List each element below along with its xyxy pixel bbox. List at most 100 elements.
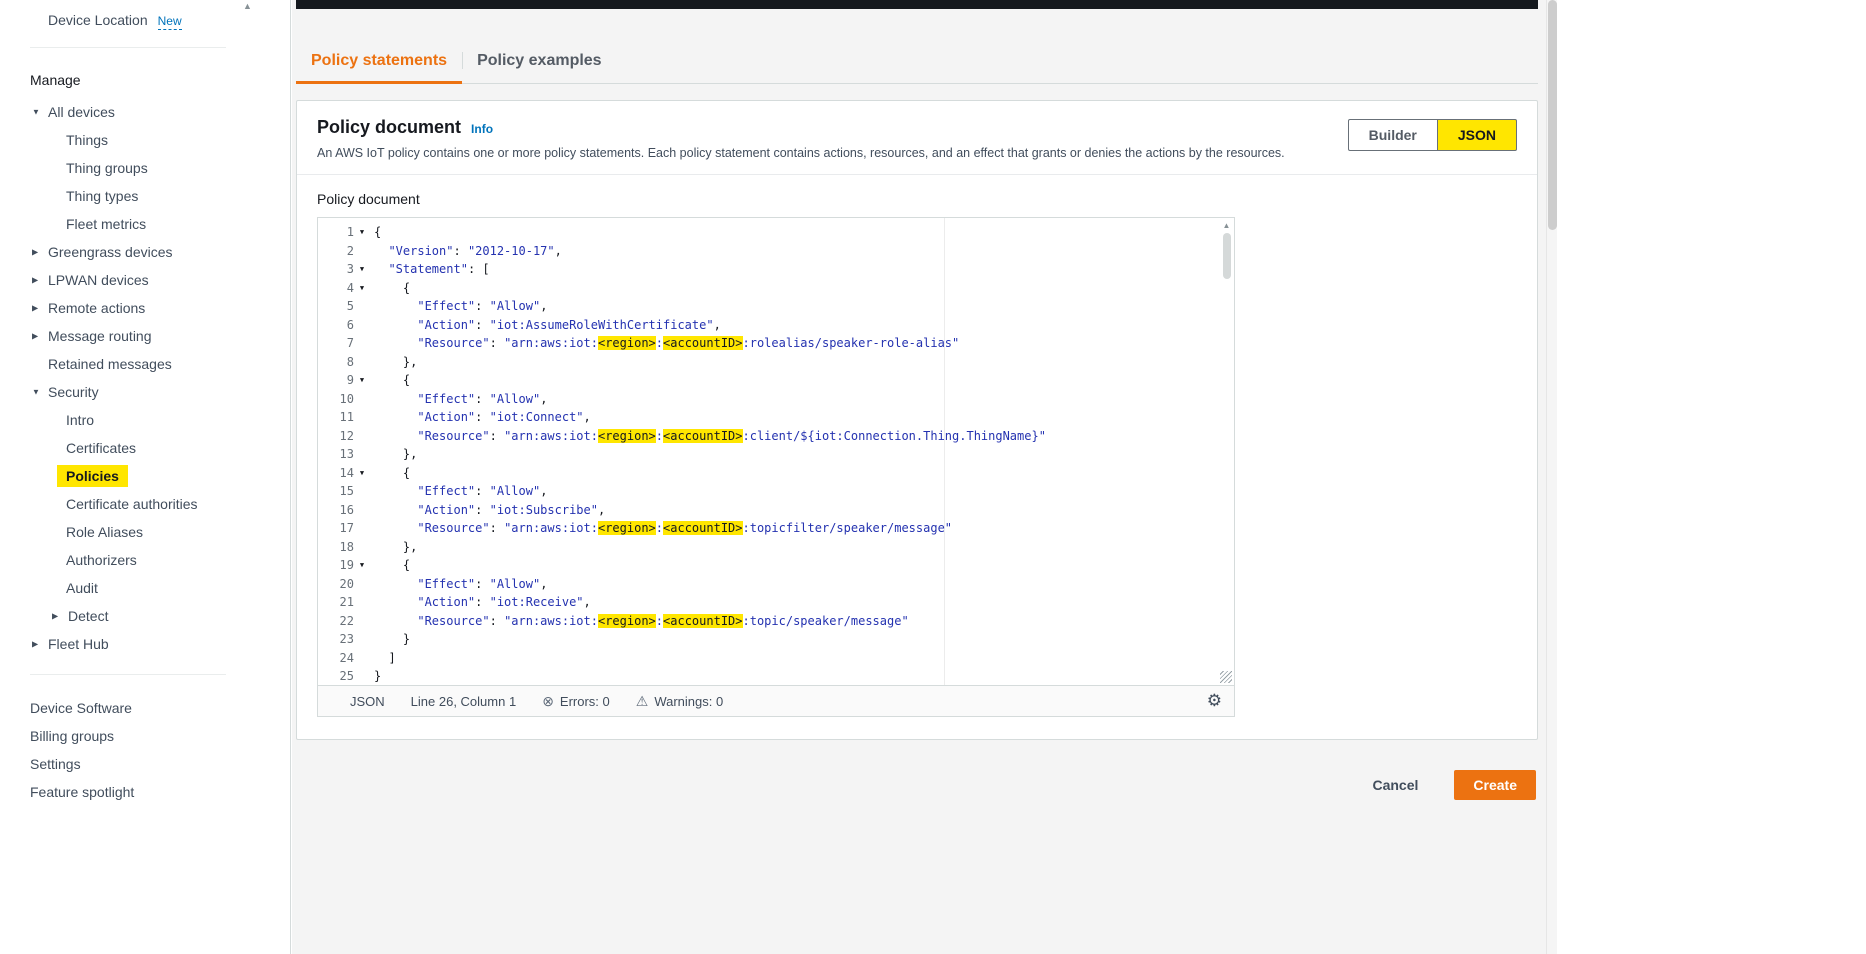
editor-scrollbar[interactable]: ▲: [1221, 221, 1232, 669]
fold-chevron-icon[interactable]: ▼: [354, 371, 370, 390]
fold-chevron-icon[interactable]: ▼: [354, 279, 370, 298]
code-text[interactable]: }: [374, 667, 381, 685]
sidebar-item-feature-spotlight[interactable]: Feature spotlight: [0, 778, 290, 806]
code-text[interactable]: "Effect": "Allow",: [374, 575, 547, 594]
sidebar-item-intro[interactable]: Intro: [0, 406, 290, 434]
code-text[interactable]: {: [374, 279, 410, 298]
tab-policy-examples[interactable]: Policy examples: [462, 38, 617, 83]
builder-button[interactable]: Builder: [1347, 119, 1438, 151]
page-scrollbar[interactable]: [1546, 0, 1557, 954]
chevron-right-icon[interactable]: ▶: [32, 640, 38, 649]
fold-chevron-icon[interactable]: ▼: [354, 556, 370, 575]
code-text[interactable]: "Statement": [: [374, 260, 489, 279]
sidebar-item-thing-groups[interactable]: Thing groups: [0, 154, 290, 182]
chevron-down-icon[interactable]: ▼: [32, 108, 40, 117]
code-text[interactable]: {: [374, 223, 381, 242]
line-number: 13: [339, 447, 354, 461]
code-line: 19 ▼ {: [318, 556, 1234, 575]
sidebar-item-things[interactable]: Things: [0, 126, 290, 154]
chevron-right-icon[interactable]: ▶: [52, 612, 58, 621]
sidebar-divider: [30, 674, 226, 675]
fold-chevron-icon[interactable]: ▼: [354, 260, 370, 279]
code-text[interactable]: ]: [374, 649, 395, 668]
chevron-right-icon[interactable]: ▶: [32, 304, 38, 313]
chevron-down-icon[interactable]: ▼: [32, 388, 40, 397]
sidebar-item-certificates[interactable]: Certificates: [0, 434, 290, 462]
scrollbar-thumb[interactable]: [1222, 233, 1231, 279]
sidebar-item-device-software[interactable]: Device Software: [0, 694, 290, 722]
editor-resize-handle[interactable]: [1220, 671, 1232, 683]
line-gutter: 18: [318, 538, 370, 557]
sidebar-item-greengrass-devices[interactable]: ▶ Greengrass devices: [0, 238, 290, 266]
code-editor[interactable]: 1 ▼{2 "Version": "2012-10-17", 3 ▼ "Stateme…: [317, 217, 1235, 717]
code-text[interactable]: "Resource": "arn:aws:iot:<region>:<accou…: [374, 334, 959, 353]
code-token: "Effect": [417, 299, 476, 313]
sidebar-item-thing-types[interactable]: Thing types: [0, 182, 290, 210]
code-text[interactable]: "Action": "iot:Receive",: [374, 593, 590, 612]
code-token: :: [475, 317, 490, 332]
sidebar-item-detect[interactable]: ▶ Detect: [0, 602, 290, 630]
info-link[interactable]: Info: [471, 122, 493, 136]
sidebar-item-all-devices[interactable]: ▼ All devices: [0, 98, 290, 126]
sidebar-item-role-aliases[interactable]: Role Aliases: [0, 518, 290, 546]
page-scrollbar-thumb[interactable]: [1548, 0, 1557, 230]
sidebar-item-message-routing[interactable]: ▶ Message routing: [0, 322, 290, 350]
code-text[interactable]: },: [374, 445, 417, 464]
code-text[interactable]: "Action": "iot:AssumeRoleWithCertificate…: [374, 316, 720, 335]
sidebar-item-certificate-authorities[interactable]: Certificate authorities: [0, 490, 290, 518]
code-text[interactable]: "Resource": "arn:aws:iot:<region>:<accou…: [374, 427, 1046, 446]
tab-policy-statements[interactable]: Policy statements: [296, 38, 463, 84]
sidebar-item-fleet-metrics[interactable]: Fleet metrics: [0, 210, 290, 238]
chevron-right-icon[interactable]: ▶: [32, 276, 38, 285]
code-text[interactable]: {: [374, 371, 410, 390]
code-text[interactable]: {: [374, 556, 410, 575]
code-token: "Resource": [417, 336, 490, 350]
code-token: :: [475, 410, 490, 424]
sidebar-scroll-up-icon[interactable]: ▲: [243, 1, 252, 11]
sidebar-item-billing-groups[interactable]: Billing groups: [0, 722, 290, 750]
code-token: :: [655, 428, 664, 443]
json-button[interactable]: JSON: [1437, 119, 1517, 151]
code-text[interactable]: },: [374, 538, 417, 557]
code-text[interactable]: "Action": "iot:Connect",: [374, 408, 590, 427]
settings-gear-icon[interactable]: ⚙: [1207, 691, 1222, 711]
line-gutter: 9 ▼: [318, 371, 370, 390]
code-token: :topicfilter/speaker/message": [742, 521, 953, 535]
editor-area[interactable]: 1 ▼{2 "Version": "2012-10-17", 3 ▼ "Stateme…: [318, 218, 1234, 685]
code-token: "Action": [417, 502, 476, 517]
chevron-right-icon[interactable]: ▶: [32, 332, 38, 341]
code-text[interactable]: "Effect": "Allow",: [374, 482, 547, 501]
code-token: "2012-10-17": [467, 243, 555, 258]
fold-chevron-icon[interactable]: ▼: [354, 464, 370, 483]
code-text[interactable]: },: [374, 353, 417, 372]
sidebar-bottom-nav: Device Software Billing groups Settings Fea…: [0, 694, 290, 806]
code-text[interactable]: }: [374, 630, 410, 649]
sidebar-item-retained-messages[interactable]: Retained messages: [0, 350, 290, 378]
code-text[interactable]: "Effect": "Allow",: [374, 390, 547, 409]
code-text[interactable]: {: [374, 464, 410, 483]
sidebar-item-settings[interactable]: Settings: [0, 750, 290, 778]
scrollbar-up-icon[interactable]: ▲: [1221, 221, 1232, 230]
sidebar-item-security[interactable]: ▼ Security: [0, 378, 290, 406]
code-text[interactable]: "Resource": "arn:aws:iot:<region>:<accou…: [374, 519, 952, 538]
code-text[interactable]: "Action": "iot:Subscribe",: [374, 501, 605, 520]
sidebar-item-lpwan-devices[interactable]: ▶ LPWAN devices: [0, 266, 290, 294]
sidebar-item-remote-actions[interactable]: ▶ Remote actions: [0, 294, 290, 322]
sidebar-item-audit[interactable]: Audit: [0, 574, 290, 602]
code-line: 11 "Action": "iot:Connect",: [318, 408, 1234, 427]
create-button[interactable]: Create: [1454, 770, 1536, 800]
line-number: 8: [346, 354, 354, 369]
fold-chevron-icon[interactable]: ▼: [354, 223, 370, 242]
code-text[interactable]: "Effect": "Allow",: [374, 297, 547, 316]
sidebar-item-fleet-hub[interactable]: ▶ Fleet Hub: [0, 630, 290, 658]
chevron-right-icon[interactable]: ▶: [32, 248, 38, 257]
code-text[interactable]: "Version": "2012-10-17",: [374, 242, 561, 261]
panel-header: Policy document Info An AWS IoT policy c…: [297, 101, 1537, 174]
sidebar-item-policies[interactable]: Policies: [0, 462, 290, 490]
sidebar-item-authorizers[interactable]: Authorizers: [0, 546, 290, 574]
code-text[interactable]: "Resource": "arn:aws:iot:<region>:<accou…: [374, 612, 909, 631]
cancel-button[interactable]: Cancel: [1366, 776, 1424, 794]
